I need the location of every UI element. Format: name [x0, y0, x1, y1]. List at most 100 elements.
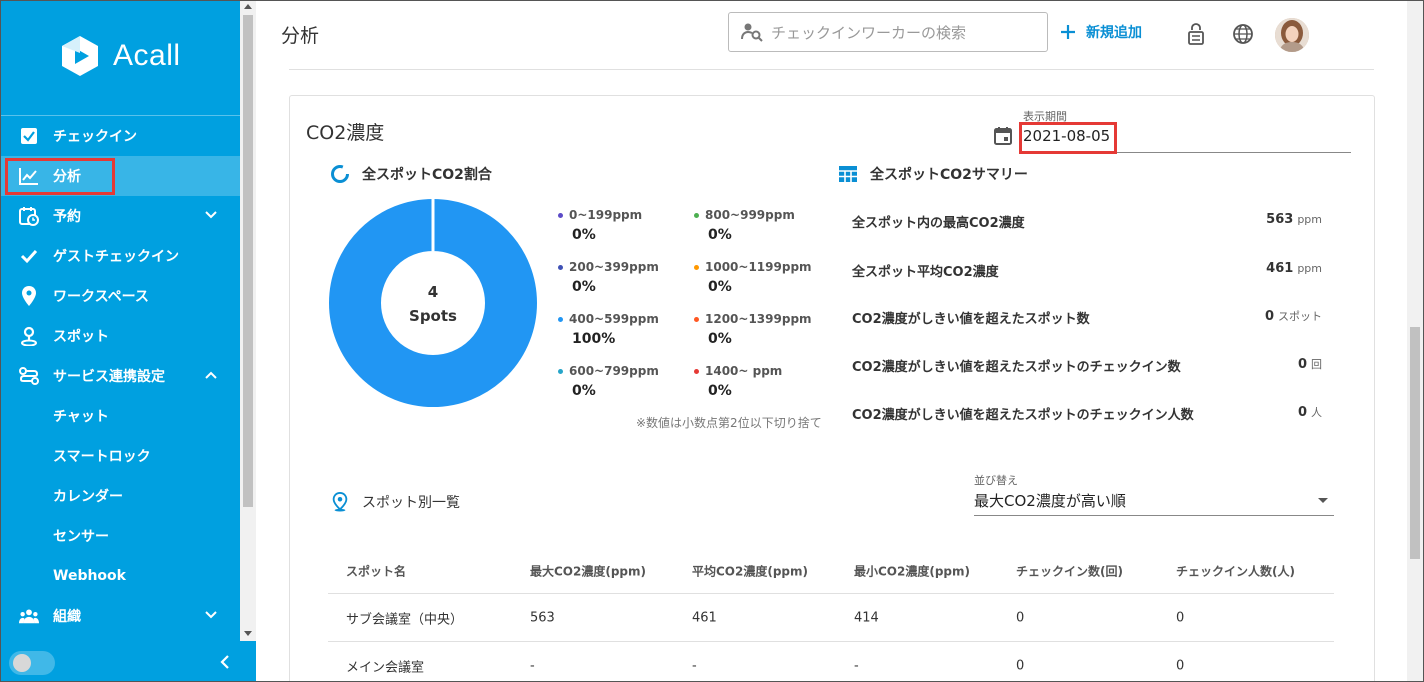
sidebar: Acall チェックイン 分析 予約 ゲストチェックイン ワークスペース スポッ… — [1, 1, 240, 681]
sidebar-item-checkin[interactable]: チェックイン — [1, 116, 240, 156]
checkbox-icon — [19, 126, 39, 146]
summary-row: 全スポット平均CO2濃度 461 ppm — [852, 261, 1322, 280]
globe-icon[interactable] — [1232, 23, 1254, 45]
ratio-title: 全スポットCO2割合 — [362, 167, 492, 183]
scroll-up-arrow-icon[interactable] — [244, 4, 252, 9]
legend-dot-icon — [694, 317, 699, 322]
legend-item: 400~599ppm 100% — [558, 312, 659, 347]
summary-number: 0 — [1264, 309, 1274, 324]
add-new-button[interactable]: 新規追加 — [1060, 22, 1142, 42]
checkmark-icon — [19, 246, 39, 266]
column-header[interactable]: スポット名 — [346, 562, 406, 579]
sidebar-item-reservation[interactable]: 予約 — [1, 196, 240, 236]
table-cell: 0 — [1176, 658, 1185, 673]
chevron-down-icon[interactable] — [204, 208, 218, 222]
legend-percent: 0% — [708, 383, 732, 399]
highlight-annotation — [5, 158, 115, 195]
table-row[interactable]: サブ会議室（中央） 563 461 414 0 0 — [328, 594, 1334, 642]
user-photo-icon — [1275, 18, 1309, 52]
summary-label: CO2濃度がしきい値を超えたスポットのチェックイン人数 — [852, 408, 1194, 423]
sidebar-item-label: Webhook — [53, 568, 126, 584]
sidebar-item-workspace[interactable]: ワークスペース — [1, 276, 240, 316]
table-cell: 0 — [1016, 610, 1025, 625]
sort-select[interactable]: 最大CO2濃度が高い順 — [974, 490, 1126, 511]
legend-percent: 0% — [572, 279, 596, 295]
legend-item: 600~799ppm 0% — [558, 364, 659, 399]
column-header[interactable]: 平均CO2濃度(ppm) — [692, 562, 808, 579]
summary-value: 0回 — [1298, 356, 1322, 372]
legend-range-label: 1200~1399ppm — [705, 312, 812, 326]
chevron-up-icon[interactable] — [204, 368, 218, 382]
main-scrollbar[interactable] — [1407, 1, 1423, 681]
person-pin-icon — [19, 326, 39, 346]
legend-dot-icon — [694, 265, 699, 270]
summary-number: 563 — [1266, 212, 1294, 227]
people-icon — [19, 606, 39, 626]
sidebar-item-integrations[interactable]: サービス連携設定 — [1, 356, 240, 396]
collapse-sidebar-icon[interactable] — [217, 653, 233, 671]
sort-label: 並び替え — [974, 474, 1018, 487]
avatar[interactable] — [1275, 18, 1309, 52]
legend-range-label: 1000~1199ppm — [705, 260, 812, 274]
summary-section-heading: 全スポットCO2サマリー — [838, 164, 1028, 184]
logo[interactable]: Acall — [57, 33, 181, 79]
legend-item: 0~199ppm 0% — [558, 208, 642, 243]
column-header[interactable]: 最小CO2濃度(ppm) — [854, 562, 970, 579]
sidebar-item-guest-checkin[interactable]: ゲストチェックイン — [1, 236, 240, 276]
legend-item: 1200~1399ppm 0% — [694, 312, 812, 347]
sidebar-item-label: チャット — [53, 409, 109, 425]
column-header[interactable]: 最大CO2濃度(ppm) — [530, 562, 646, 579]
sidebar-toggle-switch[interactable] — [9, 651, 55, 675]
page: Acall チェックイン 分析 予約 ゲストチェックイン ワークスペース スポッ… — [0, 0, 1424, 682]
donut-chart-icon — [331, 165, 349, 183]
legend-percent: 0% — [708, 227, 732, 243]
table-cell: 0 — [1016, 658, 1025, 673]
summary-row: CO2濃度がしきい値を超えたスポットのチェックイン数 0 回 — [852, 356, 1322, 375]
sidebar-item-calendar[interactable]: カレンダー — [1, 476, 240, 516]
search-placeholder: チェックインワーカーの検索 — [771, 23, 967, 42]
integration-icon — [19, 366, 39, 386]
map-pin-icon — [19, 286, 39, 306]
chevron-down-icon[interactable] — [204, 608, 218, 622]
legend-dot-icon — [694, 213, 699, 218]
sidebar-scrollbar[interactable] — [240, 1, 256, 641]
rounding-note: ※数値は小数点第2位以下切り捨て — [636, 416, 822, 430]
calendar-clock-icon — [19, 206, 39, 226]
legend-dot-icon — [558, 317, 563, 322]
scroll-down-arrow-icon[interactable] — [244, 631, 252, 636]
scrollbar-thumb[interactable] — [1410, 327, 1420, 559]
table-row[interactable]: メイン会議室 - - - 0 0 — [328, 642, 1334, 681]
table-cell: メイン会議室 — [346, 660, 425, 675]
legend-range-label: 200~399ppm — [569, 260, 659, 274]
spots-title: スポット別一覧 — [362, 495, 460, 511]
sidebar-item-spot[interactable]: スポット — [1, 316, 240, 356]
sidebar-item-chat[interactable]: チャット — [1, 396, 240, 436]
table-cell: - — [530, 658, 535, 673]
scrollbar-thumb[interactable] — [243, 15, 253, 507]
dropdown-arrow-icon[interactable] — [1318, 498, 1328, 503]
legend-percent: 0% — [708, 331, 732, 347]
search-input[interactable]: チェックインワーカーの検索 — [728, 12, 1048, 52]
sidebar-item-label: 組織 — [53, 609, 81, 625]
sidebar-item-label: スマートロック — [53, 449, 151, 465]
sidebar-item-sensor[interactable]: センサー — [1, 516, 240, 556]
sidebar-item-smartlock[interactable]: スマートロック — [1, 436, 240, 476]
sidebar-item-organization[interactable]: 組織 — [1, 596, 240, 636]
calendar-icon[interactable] — [993, 126, 1013, 146]
logo-text: Acall — [113, 39, 181, 72]
summary-unit: ppm — [1297, 213, 1322, 226]
header: 分析 チェックインワーカーの検索 新規追加 — [256, 1, 1408, 70]
sidebar-item-webhook[interactable]: Webhook — [1, 556, 240, 596]
lock-list-icon[interactable] — [1185, 23, 1207, 45]
column-header[interactable]: チェックイン人数(人) — [1176, 562, 1295, 579]
table-grid-icon — [839, 166, 857, 182]
sort-underline — [974, 515, 1334, 516]
sidebar-item-label: サービス連携設定 — [53, 369, 165, 385]
table-header-row: スポット名 最大CO2濃度(ppm) 平均CO2濃度(ppm) 最小CO2濃度(ppm… — [328, 548, 1334, 594]
donut-center-label: 4 Spots — [328, 280, 538, 328]
column-header[interactable]: チェックイン数(回) — [1016, 562, 1123, 579]
legend-dot-icon — [558, 213, 563, 218]
toggle-knob — [13, 654, 31, 672]
plus-icon — [1061, 25, 1075, 39]
legend-percent: 100% — [572, 331, 616, 347]
